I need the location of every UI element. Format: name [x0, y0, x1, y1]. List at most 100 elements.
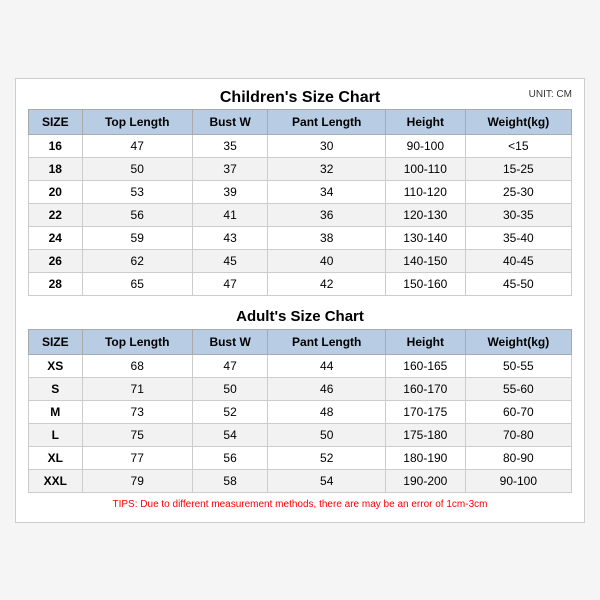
table-cell: <15: [465, 134, 571, 157]
table-cell: XS: [29, 354, 83, 377]
table-cell: 36: [268, 203, 386, 226]
table-cell: 53: [82, 180, 192, 203]
table-cell: 180-190: [386, 446, 466, 469]
children-header-cell: Bust W: [192, 109, 268, 134]
table-cell: 68: [82, 354, 192, 377]
table-cell: 110-120: [386, 180, 466, 203]
table-cell: 160-165: [386, 354, 466, 377]
table-cell: 50: [192, 377, 268, 400]
table-cell: XL: [29, 446, 83, 469]
table-cell: 40-45: [465, 249, 571, 272]
table-cell: 50: [82, 157, 192, 180]
table-cell: 38: [268, 226, 386, 249]
table-row: 22564136120-13030-35: [29, 203, 572, 226]
table-row: 24594338130-14035-40: [29, 226, 572, 249]
table-cell: 79: [82, 469, 192, 492]
children-table: SIZETop LengthBust WPant LengthHeightWei…: [28, 109, 572, 296]
tips-text: TIPS: Due to different measurement metho…: [28, 499, 572, 512]
table-cell: 59: [82, 226, 192, 249]
table-cell: 47: [82, 134, 192, 157]
table-cell: 26: [29, 249, 83, 272]
adults-header-cell: Height: [386, 329, 466, 354]
table-cell: 130-140: [386, 226, 466, 249]
table-cell: 37: [192, 157, 268, 180]
table-cell: S: [29, 377, 83, 400]
table-cell: 40: [268, 249, 386, 272]
table-cell: 120-130: [386, 203, 466, 226]
table-cell: 39: [192, 180, 268, 203]
children-header-cell: Pant Length: [268, 109, 386, 134]
table-row: 26624540140-15040-45: [29, 249, 572, 272]
adults-title: Adult's Size Chart: [28, 302, 572, 329]
table-cell: 46: [268, 377, 386, 400]
table-cell: 175-180: [386, 423, 466, 446]
adults-section: Adult's Size Chart SIZETop LengthBust WP…: [28, 302, 572, 493]
table-cell: 30: [268, 134, 386, 157]
table-cell: 190-200: [386, 469, 466, 492]
main-title: Children's Size Chart UNIT: CM: [28, 89, 572, 107]
table-row: 18503732100-11015-25: [29, 157, 572, 180]
table-cell: 71: [82, 377, 192, 400]
table-cell: 90-100: [465, 469, 571, 492]
table-cell: 160-170: [386, 377, 466, 400]
table-row: S715046160-17055-60: [29, 377, 572, 400]
table-cell: 77: [82, 446, 192, 469]
children-header-cell: Weight(kg): [465, 109, 571, 134]
table-cell: 16: [29, 134, 83, 157]
table-cell: 50: [268, 423, 386, 446]
table-cell: 58: [192, 469, 268, 492]
unit-label: UNIT: CM: [529, 89, 572, 100]
table-cell: 56: [82, 203, 192, 226]
adults-table: SIZETop LengthBust WPant LengthHeightWei…: [28, 329, 572, 493]
children-header-cell: Height: [386, 109, 466, 134]
table-cell: 45: [192, 249, 268, 272]
table-cell: 52: [268, 446, 386, 469]
adults-header-cell: Top Length: [82, 329, 192, 354]
table-row: XL775652180-19080-90: [29, 446, 572, 469]
table-cell: 18: [29, 157, 83, 180]
table-cell: 47: [192, 354, 268, 377]
table-cell: 75: [82, 423, 192, 446]
table-row: L755450175-18070-80: [29, 423, 572, 446]
table-cell: 54: [192, 423, 268, 446]
table-cell: XXL: [29, 469, 83, 492]
table-cell: 35: [192, 134, 268, 157]
table-cell: 42: [268, 272, 386, 295]
table-row: 1647353090-100<15: [29, 134, 572, 157]
table-cell: 25-30: [465, 180, 571, 203]
table-row: M735248170-17560-70: [29, 400, 572, 423]
table-cell: 48: [268, 400, 386, 423]
children-header-cell: SIZE: [29, 109, 83, 134]
adults-header-cell: SIZE: [29, 329, 83, 354]
table-cell: 150-160: [386, 272, 466, 295]
table-cell: 90-100: [386, 134, 466, 157]
table-cell: 43: [192, 226, 268, 249]
table-cell: 34: [268, 180, 386, 203]
table-row: 28654742150-16045-50: [29, 272, 572, 295]
table-cell: 47: [192, 272, 268, 295]
table-cell: 28: [29, 272, 83, 295]
table-cell: 30-35: [465, 203, 571, 226]
table-row: XXL795854190-20090-100: [29, 469, 572, 492]
table-cell: 15-25: [465, 157, 571, 180]
table-cell: M: [29, 400, 83, 423]
table-cell: 55-60: [465, 377, 571, 400]
chart-container: Children's Size Chart UNIT: CM SIZETop L…: [15, 78, 585, 523]
table-row: 20533934110-12025-30: [29, 180, 572, 203]
table-cell: 32: [268, 157, 386, 180]
table-cell: 52: [192, 400, 268, 423]
table-cell: 100-110: [386, 157, 466, 180]
children-header-cell: Top Length: [82, 109, 192, 134]
table-cell: 80-90: [465, 446, 571, 469]
table-cell: 170-175: [386, 400, 466, 423]
table-cell: 35-40: [465, 226, 571, 249]
adults-header-cell: Bust W: [192, 329, 268, 354]
table-cell: 44: [268, 354, 386, 377]
table-cell: 22: [29, 203, 83, 226]
table-cell: 60-70: [465, 400, 571, 423]
table-cell: 41: [192, 203, 268, 226]
table-cell: 73: [82, 400, 192, 423]
table-cell: 140-150: [386, 249, 466, 272]
table-cell: 70-80: [465, 423, 571, 446]
table-cell: 24: [29, 226, 83, 249]
